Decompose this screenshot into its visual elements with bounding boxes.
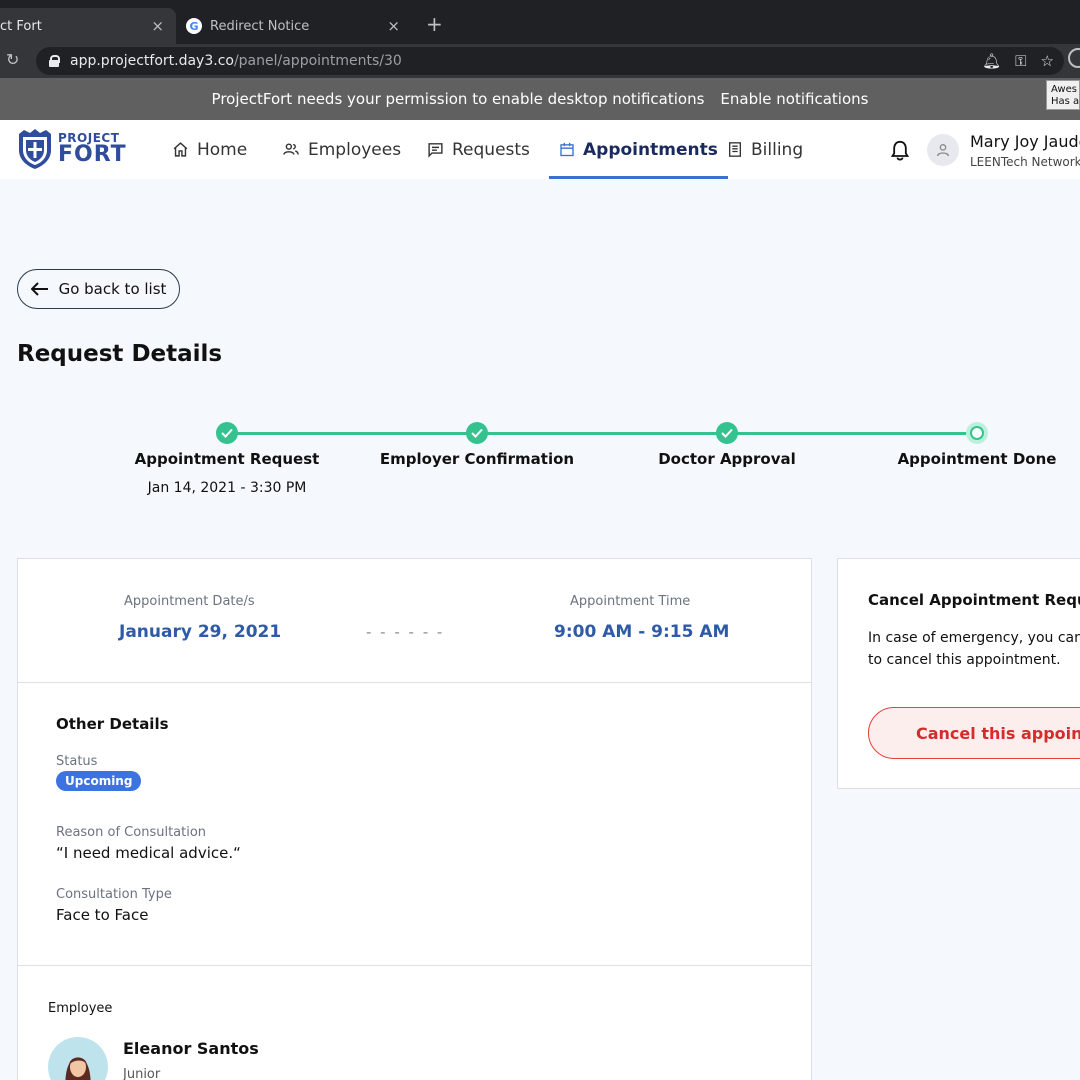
appointment-time-label: Appointment Time bbox=[570, 594, 691, 609]
step-label: Employer Confirmation bbox=[379, 450, 575, 468]
tab-title: ct Fort bbox=[0, 18, 42, 34]
nav-label: Billing bbox=[751, 139, 804, 160]
cancel-appointment-button[interactable]: Cancel this appointment bbox=[868, 707, 1080, 759]
step-label: Appointment Done bbox=[897, 450, 1057, 468]
user-organization: LEENTech Network bbox=[970, 155, 1080, 169]
step-current-dot bbox=[966, 422, 988, 444]
employee-avatar bbox=[48, 1037, 108, 1080]
cancel-card-title: Cancel Appointment Request bbox=[868, 591, 1080, 609]
new-tab-icon[interactable]: + bbox=[426, 12, 443, 36]
home-icon bbox=[173, 142, 188, 157]
reload-icon[interactable]: ↻ bbox=[6, 50, 19, 69]
nav-label: Employees bbox=[308, 139, 402, 160]
appointment-date-label: Appointment Date/s bbox=[124, 594, 255, 609]
employee-name: Eleanor Santos bbox=[123, 1039, 259, 1058]
step-check-icon bbox=[216, 422, 238, 444]
blocked-notification-icon[interactable]: 🔔︎ bbox=[982, 52, 1001, 70]
progress-line bbox=[227, 432, 977, 435]
nav-appointments[interactable]: Appointments bbox=[549, 120, 728, 179]
reason-label: Reason of Consultation bbox=[56, 825, 207, 840]
step-label: Doctor Approval bbox=[658, 450, 796, 468]
reason-value: “I need medical advice.“ bbox=[56, 844, 241, 862]
app-header: PROJECT FORT Home Employees Requests App… bbox=[0, 120, 1080, 179]
close-icon[interactable]: × bbox=[387, 17, 400, 35]
close-icon[interactable]: × bbox=[151, 17, 164, 35]
url-path: /panel/appointments/30 bbox=[233, 53, 402, 69]
notification-permission-bar: ProjectFort needs your permission to ena… bbox=[0, 78, 1080, 120]
enable-notifications-link[interactable]: Enable notifications bbox=[720, 90, 868, 108]
nav-billing[interactable]: Billing bbox=[727, 120, 803, 179]
user-name[interactable]: Mary Joy Jaudo bbox=[970, 132, 1080, 151]
user-avatar[interactable] bbox=[927, 134, 959, 166]
browser-tab-active[interactable]: ct Fort × bbox=[0, 8, 176, 44]
nav-label: Appointments bbox=[583, 139, 718, 160]
date-separator: - - - - - - bbox=[366, 623, 445, 641]
employee-role: Junior bbox=[123, 1067, 161, 1080]
people-icon bbox=[283, 143, 299, 155]
browser-toolbar: ↻ app.projectfort.day3.co/panel/appointm… bbox=[0, 44, 1080, 78]
page-title: Request Details bbox=[17, 341, 223, 367]
divider bbox=[18, 965, 811, 966]
browser-tab-redirect[interactable]: G Redirect Notice × bbox=[176, 8, 412, 44]
step-check-icon bbox=[716, 422, 738, 444]
nav-employees[interactable]: Employees bbox=[282, 120, 401, 179]
step-label: Appointment Request bbox=[134, 450, 320, 468]
other-details-title: Other Details bbox=[56, 715, 169, 733]
status-label: Status bbox=[56, 754, 98, 769]
tooltip-line: Has a bbox=[1051, 96, 1080, 107]
nav-label: Requests bbox=[452, 139, 530, 160]
logo-line2: FORT bbox=[58, 142, 127, 167]
notification-message: ProjectFort needs your permission to ena… bbox=[211, 90, 705, 108]
tab-title: Redirect Notice bbox=[210, 18, 310, 34]
divider bbox=[18, 682, 811, 683]
nav-requests[interactable]: Requests bbox=[427, 120, 530, 179]
step-timestamp: Jan 14, 2021 - 3:30 PM bbox=[147, 480, 307, 496]
employee-label: Employee bbox=[48, 1001, 113, 1016]
url-host: app.projectfort.day3.co bbox=[70, 53, 234, 69]
calendar-icon bbox=[560, 142, 574, 157]
tooltip-line: Awes bbox=[1051, 84, 1077, 95]
extension-tooltip: Awes Has a bbox=[1046, 80, 1080, 110]
cancel-appointment-card: Cancel Appointment Request In case of em… bbox=[837, 558, 1080, 789]
go-back-label: Go back to list bbox=[58, 280, 167, 298]
status-badge: Upcoming bbox=[56, 771, 142, 791]
user-icon bbox=[937, 144, 949, 157]
chat-icon bbox=[428, 143, 443, 158]
appointment-details-card: Appointment Date/s January 29, 2021 - - … bbox=[17, 558, 812, 1080]
address-bar[interactable]: app.projectfort.day3.co/panel/appointmen… bbox=[36, 47, 1064, 75]
star-icon[interactable]: ☆ bbox=[1041, 52, 1054, 70]
key-icon[interactable]: ⚿ bbox=[1015, 52, 1026, 70]
nav-home[interactable]: Home bbox=[172, 120, 247, 179]
lock-icon bbox=[48, 55, 60, 67]
browser-tab-strip: ct Fort × G Redirect Notice × + bbox=[0, 0, 1080, 44]
receipt-icon bbox=[729, 142, 741, 157]
woman-avatar-icon bbox=[65, 1057, 91, 1080]
consultation-type-value: Face to Face bbox=[56, 906, 149, 924]
project-fort-logo[interactable]: PROJECT FORT bbox=[16, 128, 127, 170]
consultation-type-label: Consultation Type bbox=[56, 887, 172, 902]
step-check-icon bbox=[466, 422, 488, 444]
google-icon: G bbox=[186, 18, 202, 34]
arrow-left-icon bbox=[30, 282, 48, 296]
appointment-time-value: 9:00 AM - 9:15 AM bbox=[554, 622, 730, 642]
nav-label: Home bbox=[197, 139, 248, 160]
bell-icon[interactable] bbox=[890, 140, 910, 162]
cancel-card-text: In case of emergency, you can to cancel … bbox=[868, 630, 1080, 668]
go-back-button[interactable]: Go back to list bbox=[17, 269, 180, 309]
shield-logo-icon bbox=[19, 129, 51, 169]
appointment-date-value: January 29, 2021 bbox=[119, 622, 282, 642]
